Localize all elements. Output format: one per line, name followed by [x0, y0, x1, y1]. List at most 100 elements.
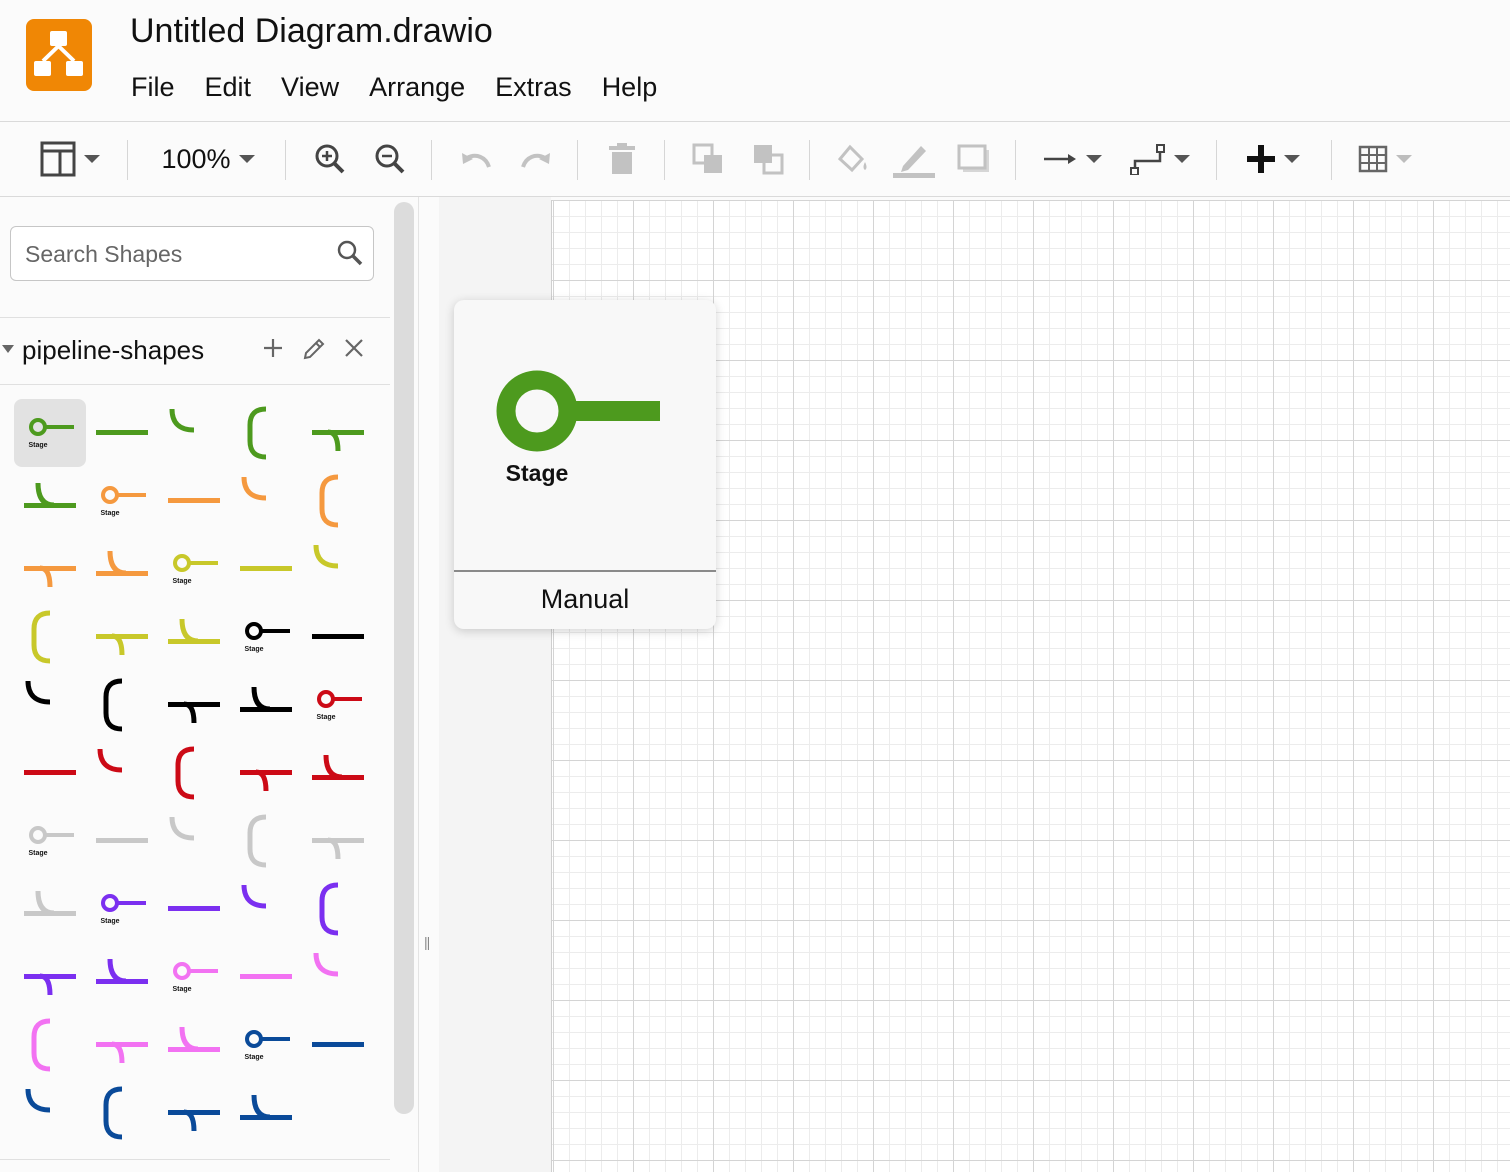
search-input[interactable]	[23, 233, 327, 275]
menu-help[interactable]: Help	[587, 68, 673, 107]
undo-button[interactable]	[456, 134, 496, 184]
shape-stage-item[interactable]: Stage	[158, 943, 230, 1011]
shape-line-item[interactable]	[158, 467, 230, 535]
shape-stage-item[interactable]: Stage	[14, 399, 86, 467]
menu-view[interactable]: View	[266, 68, 354, 107]
zoom-out-icon	[375, 144, 405, 174]
shape-bracket-l-item[interactable]	[158, 739, 230, 807]
shape-stage-item[interactable]: Stage	[230, 1011, 302, 1079]
shape-line-item[interactable]	[158, 875, 230, 943]
shape-bracket-l-item[interactable]	[230, 399, 302, 467]
shape-branch-down-item[interactable]	[230, 739, 302, 807]
to-back-button[interactable]	[748, 134, 788, 184]
menu-arrange[interactable]: Arrange	[354, 68, 480, 107]
shape-line-item[interactable]	[86, 807, 158, 875]
shape-line-item[interactable]	[302, 603, 374, 671]
shape-branch-down-item[interactable]	[158, 671, 230, 739]
line-color-button[interactable]	[892, 134, 936, 184]
merge-up-shape-icon	[96, 958, 148, 984]
shape-bracket-l-item[interactable]	[86, 671, 158, 739]
shape-bracket-l-item[interactable]	[86, 1079, 158, 1147]
shape-merge-up-item[interactable]	[158, 603, 230, 671]
to-front-button[interactable]	[688, 134, 728, 184]
shape-branch-down-item[interactable]	[86, 603, 158, 671]
menu-bar: File Edit View Arrange Extras Help	[116, 68, 672, 107]
shape-branch-down-item[interactable]	[14, 943, 86, 1011]
stage-node-line	[566, 401, 660, 421]
shape-curve-tr-item[interactable]	[14, 1079, 86, 1147]
waypoint-button[interactable]	[1126, 134, 1194, 184]
sidebar-scrollbar[interactable]	[394, 202, 414, 1114]
shape-branch-down-item[interactable]	[302, 807, 374, 875]
shape-merge-up-item[interactable]	[86, 535, 158, 603]
zoom-in-button[interactable]	[310, 134, 350, 184]
shape-line-item[interactable]	[230, 535, 302, 603]
connection-style-button[interactable]	[1038, 134, 1106, 184]
menu-extras[interactable]: Extras	[480, 68, 587, 107]
shape-branch-down-item[interactable]	[302, 399, 374, 467]
shape-merge-up-item[interactable]	[14, 875, 86, 943]
shape-stage-item[interactable]: Stage	[86, 875, 158, 943]
shape-line-item[interactable]	[86, 399, 158, 467]
shape-stage-item[interactable]: Stage	[14, 807, 86, 875]
branch-down-shape-icon	[240, 769, 292, 792]
shape-line-item[interactable]	[230, 943, 302, 1011]
line-shape-icon	[168, 498, 220, 503]
search-icon[interactable]	[337, 240, 363, 266]
shape-stage-item[interactable]: Stage	[86, 467, 158, 535]
shape-merge-up-item[interactable]	[230, 1079, 302, 1147]
zoom-dropdown[interactable]: 100%	[152, 134, 264, 184]
redo-button[interactable]	[516, 134, 556, 184]
stage-shape-icon	[496, 370, 660, 452]
shape-branch-down-item[interactable]	[14, 535, 86, 603]
shape-curve-tr-item[interactable]	[302, 943, 374, 1011]
drawio-logo-icon[interactable]	[26, 19, 92, 91]
shape-line-item[interactable]	[14, 739, 86, 807]
shape-merge-up-item[interactable]	[14, 467, 86, 535]
close-icon[interactable]	[343, 337, 365, 359]
add-icon[interactable]	[260, 335, 286, 361]
shape-stage-item[interactable]: Stage	[158, 535, 230, 603]
shape-merge-up-item[interactable]	[230, 671, 302, 739]
shadow-button[interactable]	[954, 134, 994, 184]
shape-preview-tooltip: Stage Manual	[454, 300, 716, 629]
shape-curve-tr-item[interactable]	[86, 739, 158, 807]
insert-button[interactable]	[1240, 134, 1306, 184]
shape-bracket-l-item[interactable]	[302, 467, 374, 535]
table-button[interactable]	[1352, 134, 1418, 184]
waypoint-icon	[1130, 144, 1165, 175]
delete-button[interactable]	[602, 134, 642, 184]
shape-bracket-l-item[interactable]	[14, 1011, 86, 1079]
resize-handle-icon[interactable]: ||	[424, 934, 430, 950]
shape-curve-tr-item[interactable]	[14, 671, 86, 739]
shape-branch-down-item[interactable]	[86, 1011, 158, 1079]
shape-stage-item[interactable]: Stage	[230, 603, 302, 671]
document-title[interactable]: Untitled Diagram.drawio	[130, 12, 493, 51]
shape-bracket-l-item[interactable]	[14, 603, 86, 671]
shape-merge-up-item[interactable]	[158, 1011, 230, 1079]
shape-line-item[interactable]	[302, 1011, 374, 1079]
menu-file[interactable]: File	[116, 68, 190, 107]
shape-bracket-l-item[interactable]	[302, 875, 374, 943]
shape-curve-tr-item[interactable]	[158, 807, 230, 875]
fill-color-button[interactable]	[832, 134, 872, 184]
library-header[interactable]: pipeline-shapes	[0, 325, 390, 381]
format-panel-button[interactable]	[34, 134, 106, 184]
expand-triangle-icon[interactable]	[2, 345, 14, 353]
shape-merge-up-item[interactable]	[86, 943, 158, 1011]
shape-stage-item[interactable]: Stage	[302, 671, 374, 739]
connection-arrow-icon	[1044, 154, 1076, 164]
shape-curve-tr-item[interactable]	[230, 467, 302, 535]
shape-curve-tr-item[interactable]	[158, 399, 230, 467]
zoom-out-button[interactable]	[370, 134, 410, 184]
edit-icon[interactable]	[301, 336, 327, 362]
line-shape-icon	[240, 974, 292, 979]
shape-branch-down-item[interactable]	[158, 1079, 230, 1147]
sidebar-resize-strip[interactable]	[418, 197, 440, 1172]
shape-merge-up-item[interactable]	[302, 739, 374, 807]
shape-curve-tr-item[interactable]	[302, 535, 374, 603]
zoom-in-icon	[315, 144, 345, 174]
menu-edit[interactable]: Edit	[190, 68, 267, 107]
shape-bracket-l-item[interactable]	[230, 807, 302, 875]
shape-curve-tr-item[interactable]	[230, 875, 302, 943]
